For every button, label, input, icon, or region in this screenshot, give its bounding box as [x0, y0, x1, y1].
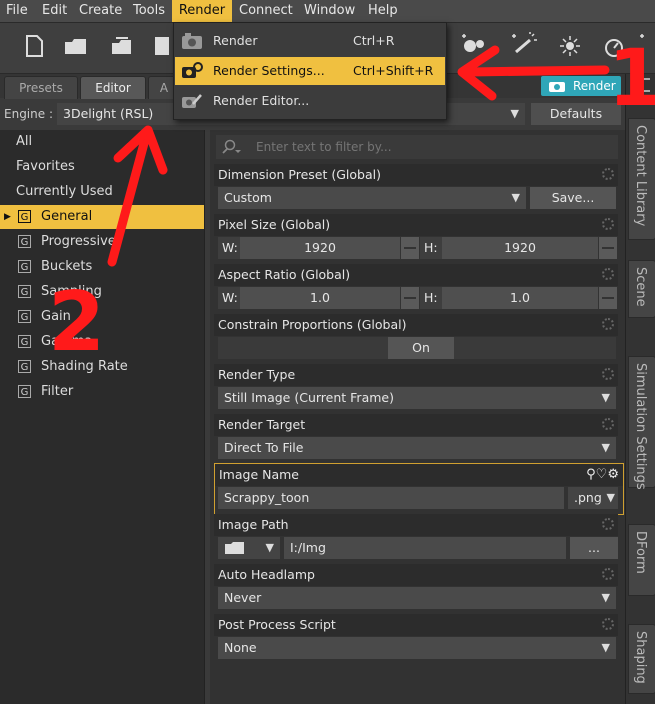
annotation-number-two: 2: [48, 275, 105, 370]
annotation-number-one: 1: [608, 34, 655, 124]
annotation-overlay: 1 2: [48, 34, 655, 370]
annotation-arrow-icon: [457, 45, 610, 101]
annotation-arrow-icon: [107, 125, 168, 267]
